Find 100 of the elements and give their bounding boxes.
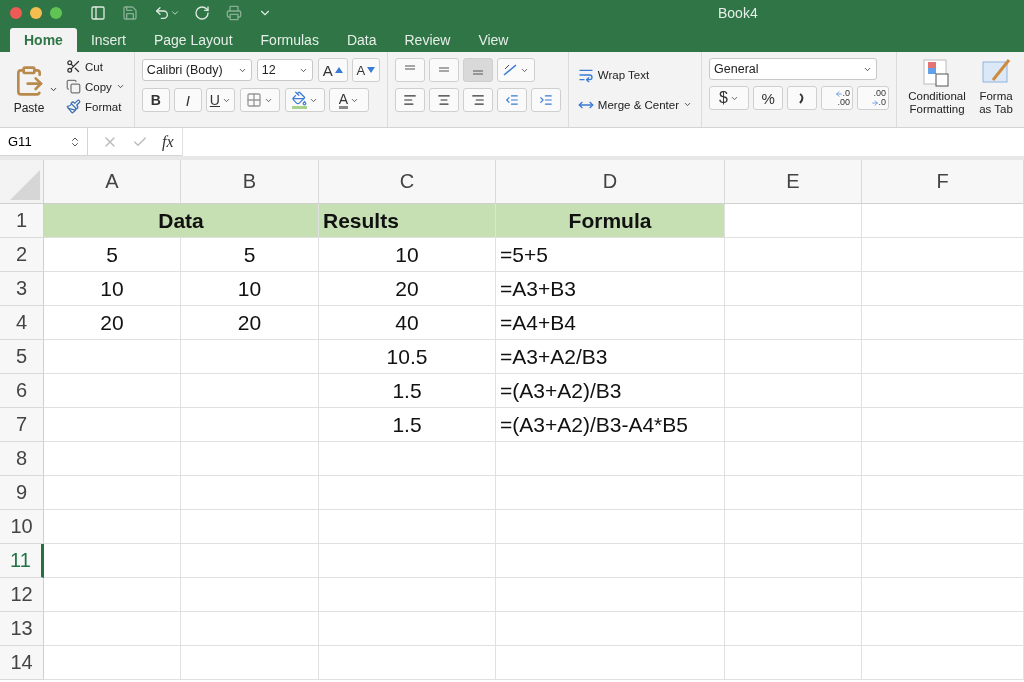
print-icon[interactable] <box>226 5 242 21</box>
paintbrush-icon <box>66 99 81 114</box>
table-cell: =(A3+A2)/B3-A4*B5 <box>496 408 725 442</box>
table-cell: 10.5 <box>319 340 496 374</box>
decrease-indent-button[interactable] <box>496 88 527 112</box>
middle-align-button[interactable] <box>428 58 459 82</box>
paint-bucket-icon <box>292 91 307 109</box>
bottom-align-button[interactable] <box>462 58 493 82</box>
ribbon-tab[interactable]: Review <box>390 28 465 52</box>
number-format-select[interactable]: General <box>709 58 878 80</box>
caret-icon <box>115 82 125 91</box>
table-cell: =(A3+A2)/B3 <box>496 374 725 408</box>
align-right-button[interactable] <box>462 88 493 112</box>
increase-indent-button[interactable] <box>530 88 561 112</box>
row-header[interactable]: 6 <box>0 374 44 408</box>
sidebar-icon[interactable] <box>90 5 106 21</box>
row-header[interactable]: 10 <box>0 510 44 544</box>
column-header[interactable]: E <box>725 160 862 204</box>
down-triangle-icon <box>367 67 376 73</box>
row-header[interactable]: 1 <box>0 204 44 238</box>
ribbon-tab[interactable]: Home <box>10 28 77 52</box>
row-header[interactable]: 2 <box>0 238 44 272</box>
table-cell: 5 <box>44 238 181 272</box>
font-size-select[interactable]: 12 <box>256 59 313 81</box>
ribbon-tab[interactable]: View <box>464 28 523 52</box>
ribbon-tab[interactable]: Data <box>332 28 391 52</box>
align-left-button[interactable] <box>394 88 425 112</box>
row-header[interactable]: 3 <box>0 272 44 306</box>
row-header[interactable]: 14 <box>0 646 44 680</box>
align-center-button[interactable] <box>428 88 459 112</box>
select-all-button[interactable] <box>0 160 44 204</box>
clipboard-button[interactable]: Cut <box>64 58 127 75</box>
caret-icon <box>683 100 693 109</box>
orientation-button[interactable] <box>496 58 535 82</box>
row-header[interactable]: 12 <box>0 578 44 612</box>
save-icon[interactable] <box>122 5 138 21</box>
column-header[interactable]: F <box>862 160 1024 204</box>
column-header[interactable]: B <box>181 160 319 204</box>
row-header[interactable]: 13 <box>0 612 44 646</box>
decrease-indent-icon <box>504 93 519 107</box>
decrease-decimal-button[interactable]: .00 .0 <box>857 86 890 110</box>
scissors-icon <box>66 59 81 74</box>
borders-icon <box>246 92 263 108</box>
table-cell: 10 <box>181 272 319 306</box>
borders-button[interactable] <box>240 88 280 112</box>
align-left-icon <box>402 93 417 107</box>
right-arrow-icon <box>870 98 879 107</box>
merge-center-button[interactable]: Merge & Center <box>575 95 695 114</box>
font-family-select[interactable]: Calibri (Body) <box>141 59 252 81</box>
row-header[interactable]: 7 <box>0 408 44 442</box>
row-header[interactable]: 4 <box>0 306 44 340</box>
clipboard-button[interactable]: Copy <box>64 78 127 95</box>
underline-button[interactable]: U <box>205 88 235 112</box>
column-header[interactable]: A <box>44 160 181 204</box>
comma-style-button[interactable] <box>787 86 818 110</box>
caret-icon <box>49 85 58 94</box>
table-cell: Results <box>319 204 496 238</box>
fill-color-button[interactable] <box>285 88 325 112</box>
insert-function-button[interactable]: fx <box>162 132 174 151</box>
ribbon-tab[interactable]: Formulas <box>246 28 333 52</box>
conditional-formatting-button[interactable]: Conditional Formatting <box>904 58 971 121</box>
table-cell: 40 <box>319 306 496 340</box>
undo-icon[interactable] <box>154 5 180 21</box>
bold-button[interactable]: B <box>141 88 170 112</box>
column-header[interactable]: D <box>496 160 725 204</box>
minimize-button[interactable] <box>30 7 42 19</box>
copy-icon <box>66 79 81 94</box>
table-cell: =5+5 <box>496 238 725 272</box>
paste-button[interactable]: Paste <box>11 62 47 117</box>
zoom-button[interactable] <box>50 7 62 19</box>
grow-font-button[interactable]: A <box>317 58 348 82</box>
ribbon-tab[interactable]: Insert <box>76 28 140 52</box>
table-cell: 1.5 <box>319 408 496 442</box>
format-as-table-button[interactable]: Forma as Tab <box>976 58 1017 121</box>
currency-button[interactable]: $ <box>709 86 750 110</box>
shrink-font-button[interactable]: A <box>351 58 380 82</box>
italic-button[interactable]: I <box>173 88 202 112</box>
close-button[interactable] <box>10 7 22 19</box>
increase-decimal-button[interactable]: .0 .00 <box>821 86 854 110</box>
name-box[interactable]: G11 <box>0 128 88 155</box>
clipboard-button[interactable]: Format <box>64 98 127 115</box>
ribbon-tab[interactable]: Page Layout <box>139 28 247 52</box>
wrap-text-button[interactable]: Wrap Text <box>575 65 695 84</box>
table-cell: 20 <box>181 306 319 340</box>
redo-icon[interactable] <box>194 5 210 21</box>
table-cell: =A3+A2/B3 <box>496 340 725 374</box>
table-cell: Formula <box>496 204 725 238</box>
row-header[interactable]: 8 <box>0 442 44 476</box>
percent-button[interactable]: % <box>753 86 784 110</box>
align-right-icon <box>470 93 485 107</box>
formula-input[interactable] <box>181 127 1024 156</box>
up-triangle-icon <box>334 67 343 73</box>
column-header[interactable]: C <box>319 160 496 204</box>
table-cell: =A4+B4 <box>496 306 725 340</box>
row-header[interactable]: 9 <box>0 476 44 510</box>
corner-triangle-icon <box>10 170 40 200</box>
row-header[interactable]: 11 <box>0 544 44 578</box>
font-color-button[interactable]: A <box>329 88 369 112</box>
row-header[interactable]: 5 <box>0 340 44 374</box>
top-align-button[interactable] <box>394 58 425 82</box>
